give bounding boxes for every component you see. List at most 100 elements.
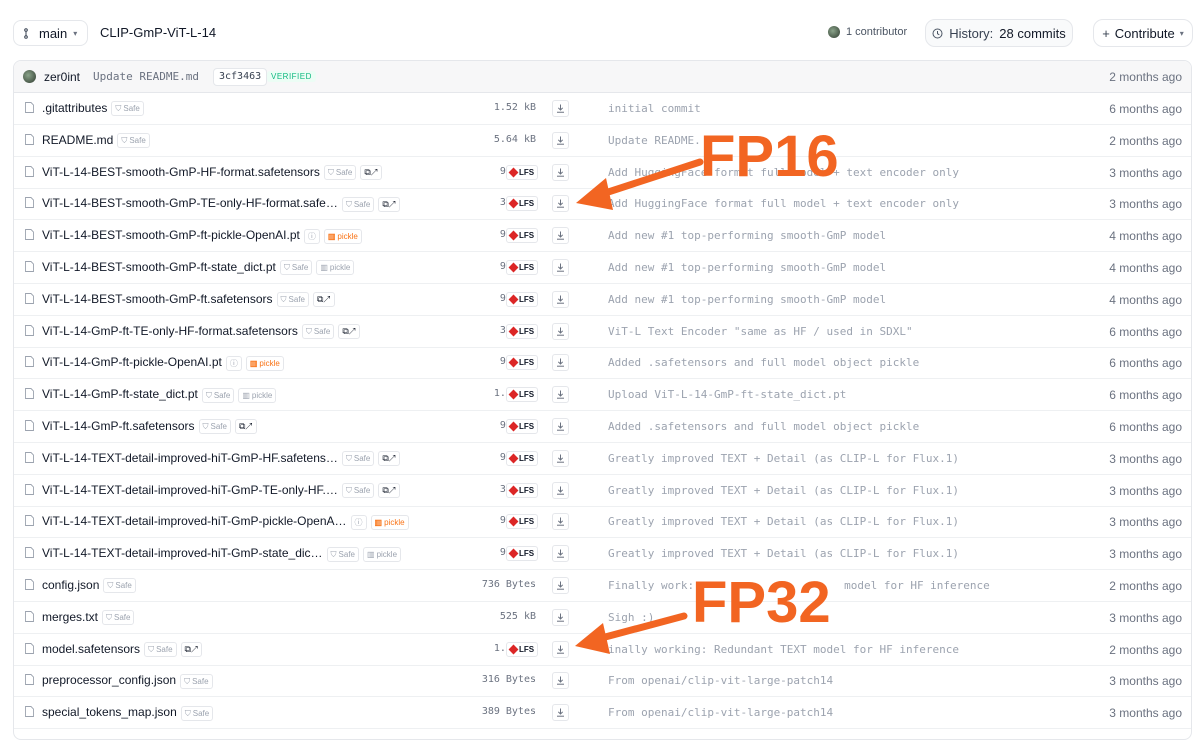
file-commit-message[interactable]: Greatly improved TEXT + Detail (as CLIP-… bbox=[608, 515, 959, 528]
file-commit-message[interactable]: Added .safetensors and full model object… bbox=[608, 356, 919, 369]
file-commit-message[interactable]: Greatly improved TEXT + Detail (as CLIP-… bbox=[608, 452, 959, 465]
history-button[interactable]: History: 28 commits bbox=[925, 19, 1073, 47]
pickle-badge[interactable]: ▥ pickle bbox=[316, 260, 355, 276]
safe-badge[interactable]: ⛉ Safe bbox=[326, 546, 359, 562]
file-row[interactable]: ViT-L-14-GmP-ft-pickle-OpenAI.pt ⓘ ▥ pickle… bbox=[14, 347, 1191, 380]
download-button[interactable] bbox=[552, 386, 569, 404]
safe-badge[interactable]: ⛉ Safe bbox=[198, 419, 231, 435]
safe-badge[interactable]: ⛉ Safe bbox=[341, 196, 375, 212]
safetensors-viewer-badge[interactable]: ⧉↗ bbox=[313, 292, 335, 308]
safe-badge[interactable]: ⛉ Safe bbox=[144, 641, 177, 657]
download-button[interactable] bbox=[552, 418, 569, 435]
pickle-badge[interactable]: ▥ pickle bbox=[363, 546, 402, 562]
safe-badge[interactable]: ⛉ Safe bbox=[341, 451, 375, 467]
file-row[interactable]: ViT-L-14-GmP-ft-state_dict.pt ⛉ Safe ▥ pickl… bbox=[14, 379, 1191, 412]
file-name-link[interactable]: ViT-L-14-TEXT-detail-improved-hiT-GmP-st… bbox=[42, 546, 323, 560]
safe-badge[interactable]: ⛉ Safe bbox=[111, 101, 144, 117]
download-button[interactable] bbox=[552, 163, 569, 181]
file-commit-message[interactable]: From openai/clip-vit-large-patch14 bbox=[608, 674, 833, 687]
safetensors-viewer-badge[interactable]: ⧉↗ bbox=[360, 164, 382, 180]
pickle-badge[interactable]: ▥ pickle bbox=[245, 355, 284, 371]
file-name-link[interactable]: model.safetensors bbox=[42, 642, 140, 656]
info-badge[interactable]: ⓘ bbox=[350, 514, 367, 530]
file-name-link[interactable]: README.md bbox=[42, 133, 113, 147]
commit-message[interactable]: Update README.md bbox=[93, 70, 199, 83]
file-commit-message[interactable]: Sigh :) bbox=[608, 611, 654, 624]
file-name-link[interactable]: ViT-L-14-TEXT-detail-improved-hiT-GmP-HF… bbox=[42, 451, 338, 465]
commit-author[interactable]: zer0int bbox=[44, 70, 80, 84]
file-name-link[interactable]: ViT-L-14-GmP-ft-state_dict.pt bbox=[42, 387, 198, 401]
file-row[interactable]: ViT-L-14-BEST-smooth-GmP-ft-pickle-OpenA… bbox=[14, 220, 1191, 253]
download-button[interactable] bbox=[552, 608, 569, 626]
safe-badge[interactable]: ⛉ Safe bbox=[323, 164, 357, 180]
safe-badge[interactable]: ⛉ Safe bbox=[180, 673, 213, 689]
file-commit-message[interactable]: Add new #1 top-performing smooth-GmP mod… bbox=[608, 229, 886, 242]
file-row[interactable]: ViT-L-14-TEXT-detail-improved-hiT-GmP-HF… bbox=[14, 443, 1191, 475]
file-row[interactable]: ViT-L-14-BEST-smooth-GmP-TE-only-HF-form… bbox=[14, 188, 1191, 221]
download-button[interactable] bbox=[552, 195, 569, 213]
info-badge[interactable]: ⓘ bbox=[303, 228, 320, 244]
safetensors-viewer-badge[interactable]: ⧉↗ bbox=[378, 482, 400, 498]
file-row[interactable]: ViT-L-14-BEST-smooth-GmP-HF-format.safet… bbox=[14, 157, 1191, 189]
safe-badge[interactable]: ⛉ Safe bbox=[279, 260, 313, 276]
file-row[interactable]: preprocessor_config.json ⛉ Safe 316 Bytes Fr… bbox=[14, 665, 1191, 698]
file-name-link[interactable]: ViT-L-14-GmP-ft-TE-only-HF-format.safete… bbox=[42, 324, 298, 338]
contribute-button[interactable]: + Contribute ▾ bbox=[1093, 19, 1193, 47]
file-commit-message[interactable]: Update README. bbox=[608, 134, 701, 147]
download-button[interactable] bbox=[552, 322, 569, 340]
safetensors-viewer-badge[interactable]: ⧉↗ bbox=[180, 641, 203, 657]
file-commit-message[interactable]: Add new #1 top-performing smooth-GmP mod… bbox=[608, 293, 886, 306]
file-commit-message[interactable]: initial commit bbox=[608, 102, 701, 115]
file-name-link[interactable]: ViT-L-14-GmP-ft-pickle-OpenAI.pt bbox=[42, 355, 222, 369]
file-name-link[interactable]: merges.txt bbox=[42, 610, 98, 624]
safe-badge[interactable]: ⛉ Safe bbox=[103, 578, 136, 594]
file-name-link[interactable]: ViT-L-14-BEST-smooth-GmP-ft-pickle-OpenA… bbox=[42, 228, 300, 242]
safe-badge[interactable]: ⛉ Safe bbox=[180, 705, 214, 721]
file-name-link[interactable]: ViT-L-14-BEST-smooth-GmP-TE-only-HF-form… bbox=[42, 196, 338, 210]
download-button[interactable] bbox=[552, 354, 569, 372]
file-commit-message[interactable]: Greatly improved TEXT + Detail (as CLIP-… bbox=[608, 547, 959, 560]
file-row[interactable]: special_tokens_map.json ⛉ Safe 389 Bytes Fro… bbox=[14, 697, 1191, 730]
file-name-link[interactable]: config.json bbox=[42, 578, 99, 592]
file-row[interactable]: ViT-L-14-TEXT-detail-improved-hiT-GmP-st… bbox=[14, 538, 1191, 571]
safe-badge[interactable]: ⛉ Safe bbox=[301, 323, 335, 339]
file-name-link[interactable]: preprocessor_config.json bbox=[42, 673, 176, 687]
file-commit-message[interactable]: Add new #1 top-performing smooth-GmP mod… bbox=[608, 261, 886, 274]
download-button[interactable] bbox=[552, 227, 569, 245]
pickle-badge[interactable]: ▥ pickle bbox=[238, 387, 277, 403]
file-commit-message[interactable]: From openai/clip-vit-large-patch14 bbox=[608, 706, 833, 719]
file-name-link[interactable]: ViT-L-14-BEST-smooth-GmP-ft.safetensors bbox=[42, 292, 273, 306]
file-row[interactable]: ViT-L-14-GmP-ft.safetensors⛉Safe⧉↗932 MB… bbox=[14, 411, 1191, 443]
download-button[interactable] bbox=[552, 290, 569, 308]
contributors-link[interactable]: 1 contributor bbox=[828, 26, 907, 38]
file-row[interactable]: merges.txt ⛉ Safe 525 kB Sigh :) 3 months ago bbox=[14, 602, 1191, 634]
file-row[interactable]: README.md ⛉ Safe 5.64 kB Update README. 2 mon… bbox=[14, 125, 1191, 157]
file-commit-message[interactable]: Added .safetensors and full model object… bbox=[608, 420, 919, 433]
download-button[interactable] bbox=[552, 513, 569, 531]
file-row[interactable]: ViT-L-14-TEXT-detail-improved-hiT-GmP-pi… bbox=[14, 506, 1191, 539]
safetensors-viewer-badge[interactable]: ⧉↗ bbox=[378, 451, 400, 467]
download-button[interactable] bbox=[552, 449, 569, 467]
file-name-link[interactable]: ViT-L-14-TEXT-detail-improved-hiT-GmP-pi… bbox=[42, 514, 347, 528]
pickle-badge[interactable]: ▥ pickle bbox=[370, 514, 409, 530]
safe-badge[interactable]: ⛉ Safe bbox=[201, 387, 235, 403]
download-button[interactable] bbox=[552, 259, 569, 276]
safetensors-viewer-badge[interactable]: ⧉↗ bbox=[338, 323, 360, 339]
download-button[interactable] bbox=[552, 704, 569, 722]
download-button[interactable] bbox=[552, 672, 569, 690]
safe-badge[interactable]: ⛉ Safe bbox=[117, 133, 150, 149]
file-name-link[interactable]: ViT-L-14-TEXT-detail-improved-hiT-GmP-TE… bbox=[42, 483, 338, 497]
file-row[interactable]: ViT-L-14-BEST-smooth-GmP-ft-state_dict.p… bbox=[14, 252, 1191, 284]
file-row[interactable]: model.safetensors⛉Safe⧉↗1.71 GBLFSinally… bbox=[14, 634, 1191, 666]
file-name-link[interactable]: .gitattributes bbox=[42, 101, 107, 115]
safe-badge[interactable]: ⛉ Safe bbox=[276, 292, 309, 308]
branch-selector[interactable]: main ▾ bbox=[13, 20, 89, 46]
file-commit-message[interactable]: inally working: Redundant TEXT model for… bbox=[608, 643, 959, 656]
file-row[interactable]: config.json ⛉ Safe 736 Bytes Finally work: mo… bbox=[14, 570, 1191, 602]
file-commit-message[interactable]: Add HuggingFace format full model + text… bbox=[608, 197, 959, 210]
download-button[interactable] bbox=[552, 131, 569, 149]
file-name-link[interactable]: special_tokens_map.json bbox=[42, 705, 177, 719]
file-commit-message[interactable]: ViT-L Text Encoder "same as HF / used in… bbox=[608, 325, 913, 338]
safetensors-viewer-badge[interactable]: ⧉↗ bbox=[234, 419, 257, 435]
download-button[interactable] bbox=[552, 100, 569, 117]
